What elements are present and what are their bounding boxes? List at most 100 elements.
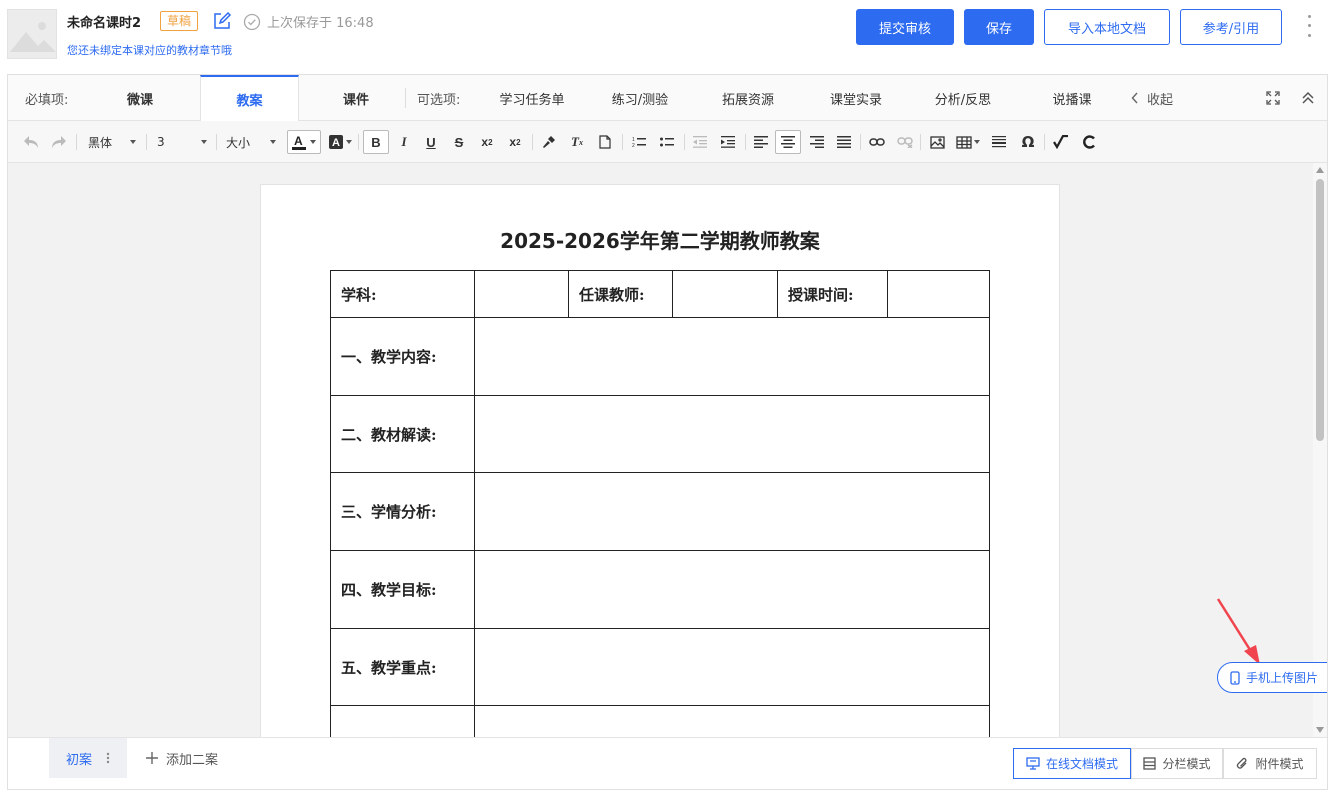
chevron-up-icon[interactable] — [1300, 90, 1316, 106]
editor-frame: 必填项: 微课 教案 课件 可选项: 学习任务单 练习/测验 拓展资源 课堂实录… — [7, 74, 1328, 790]
align-right-icon[interactable] — [806, 130, 828, 154]
tab-exercise[interactable]: 练习/测验 — [598, 75, 682, 121]
clear-format-icon[interactable]: Tx — [566, 130, 588, 154]
document-canvas: 2025-2026学年第二学期教师教案 学科: 任课教师: 授课时间: 一、教学… — [8, 163, 1327, 737]
online-doc-mode-button[interactable]: 在线文档模式 — [1013, 748, 1131, 779]
version-bar: 初案 添加二案 在线文档模式 分栏模式 附件模式 — [8, 737, 1327, 789]
monitor-icon — [1026, 757, 1040, 770]
online-doc-mode-label: 在线文档模式 — [1045, 757, 1118, 771]
collapse-tabs-button[interactable]: 收起 — [1131, 75, 1173, 121]
font-size-select[interactable]: 3 — [157, 130, 213, 154]
bind-textbook-link[interactable]: 您还未绑定本课对应的教材章节哦 — [67, 42, 232, 58]
italic-icon[interactable]: I — [393, 130, 415, 154]
tab-divider — [405, 88, 406, 108]
image-icon[interactable] — [926, 130, 948, 154]
optional-label: 可选项: — [417, 93, 461, 108]
section-content-cell[interactable] — [474, 550, 990, 629]
time-label: 授课时间: — [777, 270, 888, 318]
chemistry-icon[interactable] — [1078, 130, 1100, 154]
split-column-mode-button[interactable]: 分栏模式 — [1131, 748, 1223, 779]
align-center-icon[interactable] — [775, 130, 801, 154]
teacher-label: 任课教师: — [568, 270, 673, 318]
lesson-thumbnail[interactable] — [7, 9, 57, 59]
size-label: 大小 — [226, 135, 251, 150]
required-label: 必填项: — [25, 93, 69, 108]
special-char-icon[interactable]: Ω — [1016, 130, 1040, 154]
section-label: 一、教学内容: — [330, 317, 475, 396]
outdent-icon[interactable] — [689, 130, 711, 154]
version-tab-first[interactable]: 初案 — [49, 738, 127, 778]
scrollbar-thumb[interactable] — [1316, 179, 1324, 441]
submit-review-button[interactable]: 提交审核 — [856, 9, 954, 45]
redo-icon[interactable] — [48, 130, 70, 154]
vertical-dots-icon[interactable] — [106, 752, 110, 764]
annotation-arrow-icon — [1216, 598, 1260, 665]
undo-icon[interactable] — [20, 130, 42, 154]
section-content-cell[interactable] — [474, 317, 990, 396]
tab-micro-lesson[interactable]: 微课 — [104, 75, 176, 121]
table-icon[interactable] — [953, 130, 983, 154]
link-icon[interactable] — [866, 130, 888, 154]
horizontal-rule-icon[interactable] — [988, 130, 1010, 154]
formula-icon[interactable] — [1050, 130, 1072, 154]
indent-icon[interactable] — [717, 130, 739, 154]
add-second-version-button[interactable]: 添加二案 — [146, 738, 218, 778]
section-label: 四、教学目标: — [330, 550, 475, 629]
tab-lesson-talk[interactable]: 说播课 — [1040, 75, 1104, 121]
add-version-label: 添加二案 — [166, 752, 219, 768]
save-status: 上次保存于 16:48 — [243, 12, 374, 31]
document-title[interactable]: 2025-2026学年第二学期教师教案 — [261, 225, 1059, 254]
vertical-scrollbar[interactable] — [1313, 163, 1327, 737]
section-content-cell[interactable] — [474, 705, 990, 737]
format-painter-icon[interactable] — [538, 130, 560, 154]
bold-icon[interactable]: B — [363, 130, 389, 154]
paperclip-icon — [1237, 757, 1247, 769]
subject-label: 学科: — [330, 270, 475, 318]
section-content-cell[interactable] — [474, 395, 990, 473]
blank-page-icon[interactable] — [594, 130, 616, 154]
section-label: 三、学情分析: — [330, 472, 475, 551]
more-options-icon[interactable] — [1300, 12, 1318, 40]
underline-icon[interactable]: U — [420, 130, 442, 154]
subscript-icon[interactable]: x2 — [476, 130, 498, 154]
tab-lesson-plan[interactable]: 教案 — [200, 75, 299, 122]
import-local-doc-button[interactable]: 导入本地文档 — [1044, 9, 1170, 45]
font-family-value: 黑体 — [88, 135, 113, 150]
scroll-down-arrow-icon[interactable] — [1316, 727, 1324, 733]
tab-class-recording[interactable]: 课堂实录 — [816, 75, 896, 121]
fullscreen-icon[interactable] — [1265, 90, 1281, 106]
tab-courseware[interactable]: 课件 — [320, 75, 392, 121]
scroll-up-arrow-icon[interactable] — [1316, 167, 1324, 173]
collapse-label: 收起 — [1147, 92, 1174, 108]
section-content-cell[interactable] — [474, 472, 990, 551]
strikethrough-icon[interactable]: S — [448, 130, 470, 154]
bullet-list-icon[interactable] — [656, 130, 678, 154]
tab-task-sheet[interactable]: 学习任务单 — [487, 75, 577, 121]
superscript-icon[interactable]: x2 — [504, 130, 526, 154]
highlight-color-icon[interactable]: A — [326, 130, 354, 154]
document-page[interactable]: 2025-2026学年第二学期教师教案 学科: 任课教师: 授课时间: 一、教学… — [260, 184, 1060, 737]
attachment-mode-label: 附件模式 — [1255, 757, 1304, 771]
ordered-list-icon[interactable]: 12 — [628, 130, 650, 154]
reference-button[interactable]: 参考/引用 — [1180, 9, 1282, 45]
lesson-plan-table[interactable]: 学科: 任课教师: 授课时间: 一、教学内容: 二、教材解读: 三、学情分析: — [330, 270, 990, 737]
unlink-icon[interactable] — [894, 130, 916, 154]
size-select[interactable]: 大小 — [226, 130, 276, 154]
time-value-cell[interactable] — [887, 270, 990, 318]
align-justify-icon[interactable] — [833, 130, 855, 154]
check-circle-icon — [243, 13, 261, 30]
edit-title-icon[interactable] — [211, 10, 233, 32]
section-label: 二、教材解读: — [330, 395, 475, 473]
mobile-upload-image-button[interactable]: 手机上传图片 — [1217, 662, 1327, 693]
font-color-icon[interactable]: A — [287, 130, 321, 154]
align-left-icon[interactable] — [750, 130, 772, 154]
save-button[interactable]: 保存 — [964, 9, 1034, 45]
font-family-select[interactable]: 黑体 — [88, 130, 144, 154]
subject-value-cell[interactable] — [474, 270, 569, 318]
attachment-mode-button[interactable]: 附件模式 — [1223, 748, 1317, 779]
chevron-left-icon — [1131, 92, 1138, 104]
teacher-value-cell[interactable] — [672, 270, 778, 318]
tab-analysis-reflection[interactable]: 分析/反思 — [923, 75, 1003, 121]
section-content-cell[interactable] — [474, 628, 990, 706]
tab-extended-resources[interactable]: 拓展资源 — [708, 75, 788, 121]
